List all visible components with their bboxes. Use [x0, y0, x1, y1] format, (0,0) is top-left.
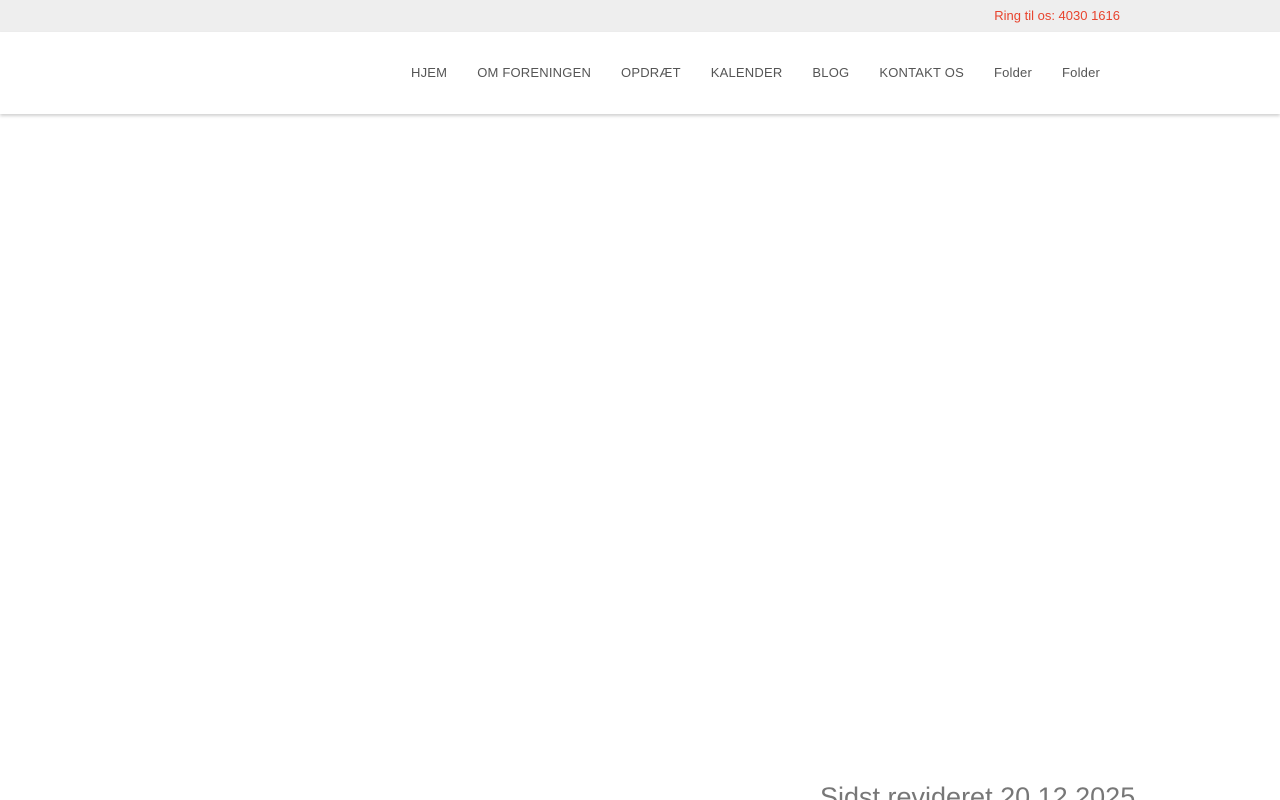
nav-item-folder-2[interactable]: Folder	[1047, 32, 1115, 114]
nav-item-kalender[interactable]: KALENDER	[696, 32, 798, 114]
nav-item-hjem[interactable]: HJEM	[396, 32, 462, 114]
top-bar: Ring til os: 4030 1616	[0, 0, 1280, 32]
phone-link[interactable]: Ring til os: 4030 1616	[994, 8, 1120, 23]
site-header: HJEM OM FORENINGEN OPDRÆT KALENDER BLOG …	[0, 32, 1280, 114]
nav-item-om-foreningen[interactable]: OM FORENINGEN	[462, 32, 606, 114]
nav-item-opdraet[interactable]: OPDRÆT	[606, 32, 696, 114]
revision-date-heading: Sidst revideret 20.12.2025	[820, 782, 1136, 800]
main-nav: HJEM OM FORENINGEN OPDRÆT KALENDER BLOG …	[396, 32, 1115, 114]
nav-item-kontakt-os[interactable]: KONTAKT OS	[864, 32, 979, 114]
main-content: Sidst revideret 20.12.2025	[0, 114, 1280, 800]
nav-item-blog[interactable]: BLOG	[797, 32, 864, 114]
nav-item-folder-1[interactable]: Folder	[979, 32, 1047, 114]
